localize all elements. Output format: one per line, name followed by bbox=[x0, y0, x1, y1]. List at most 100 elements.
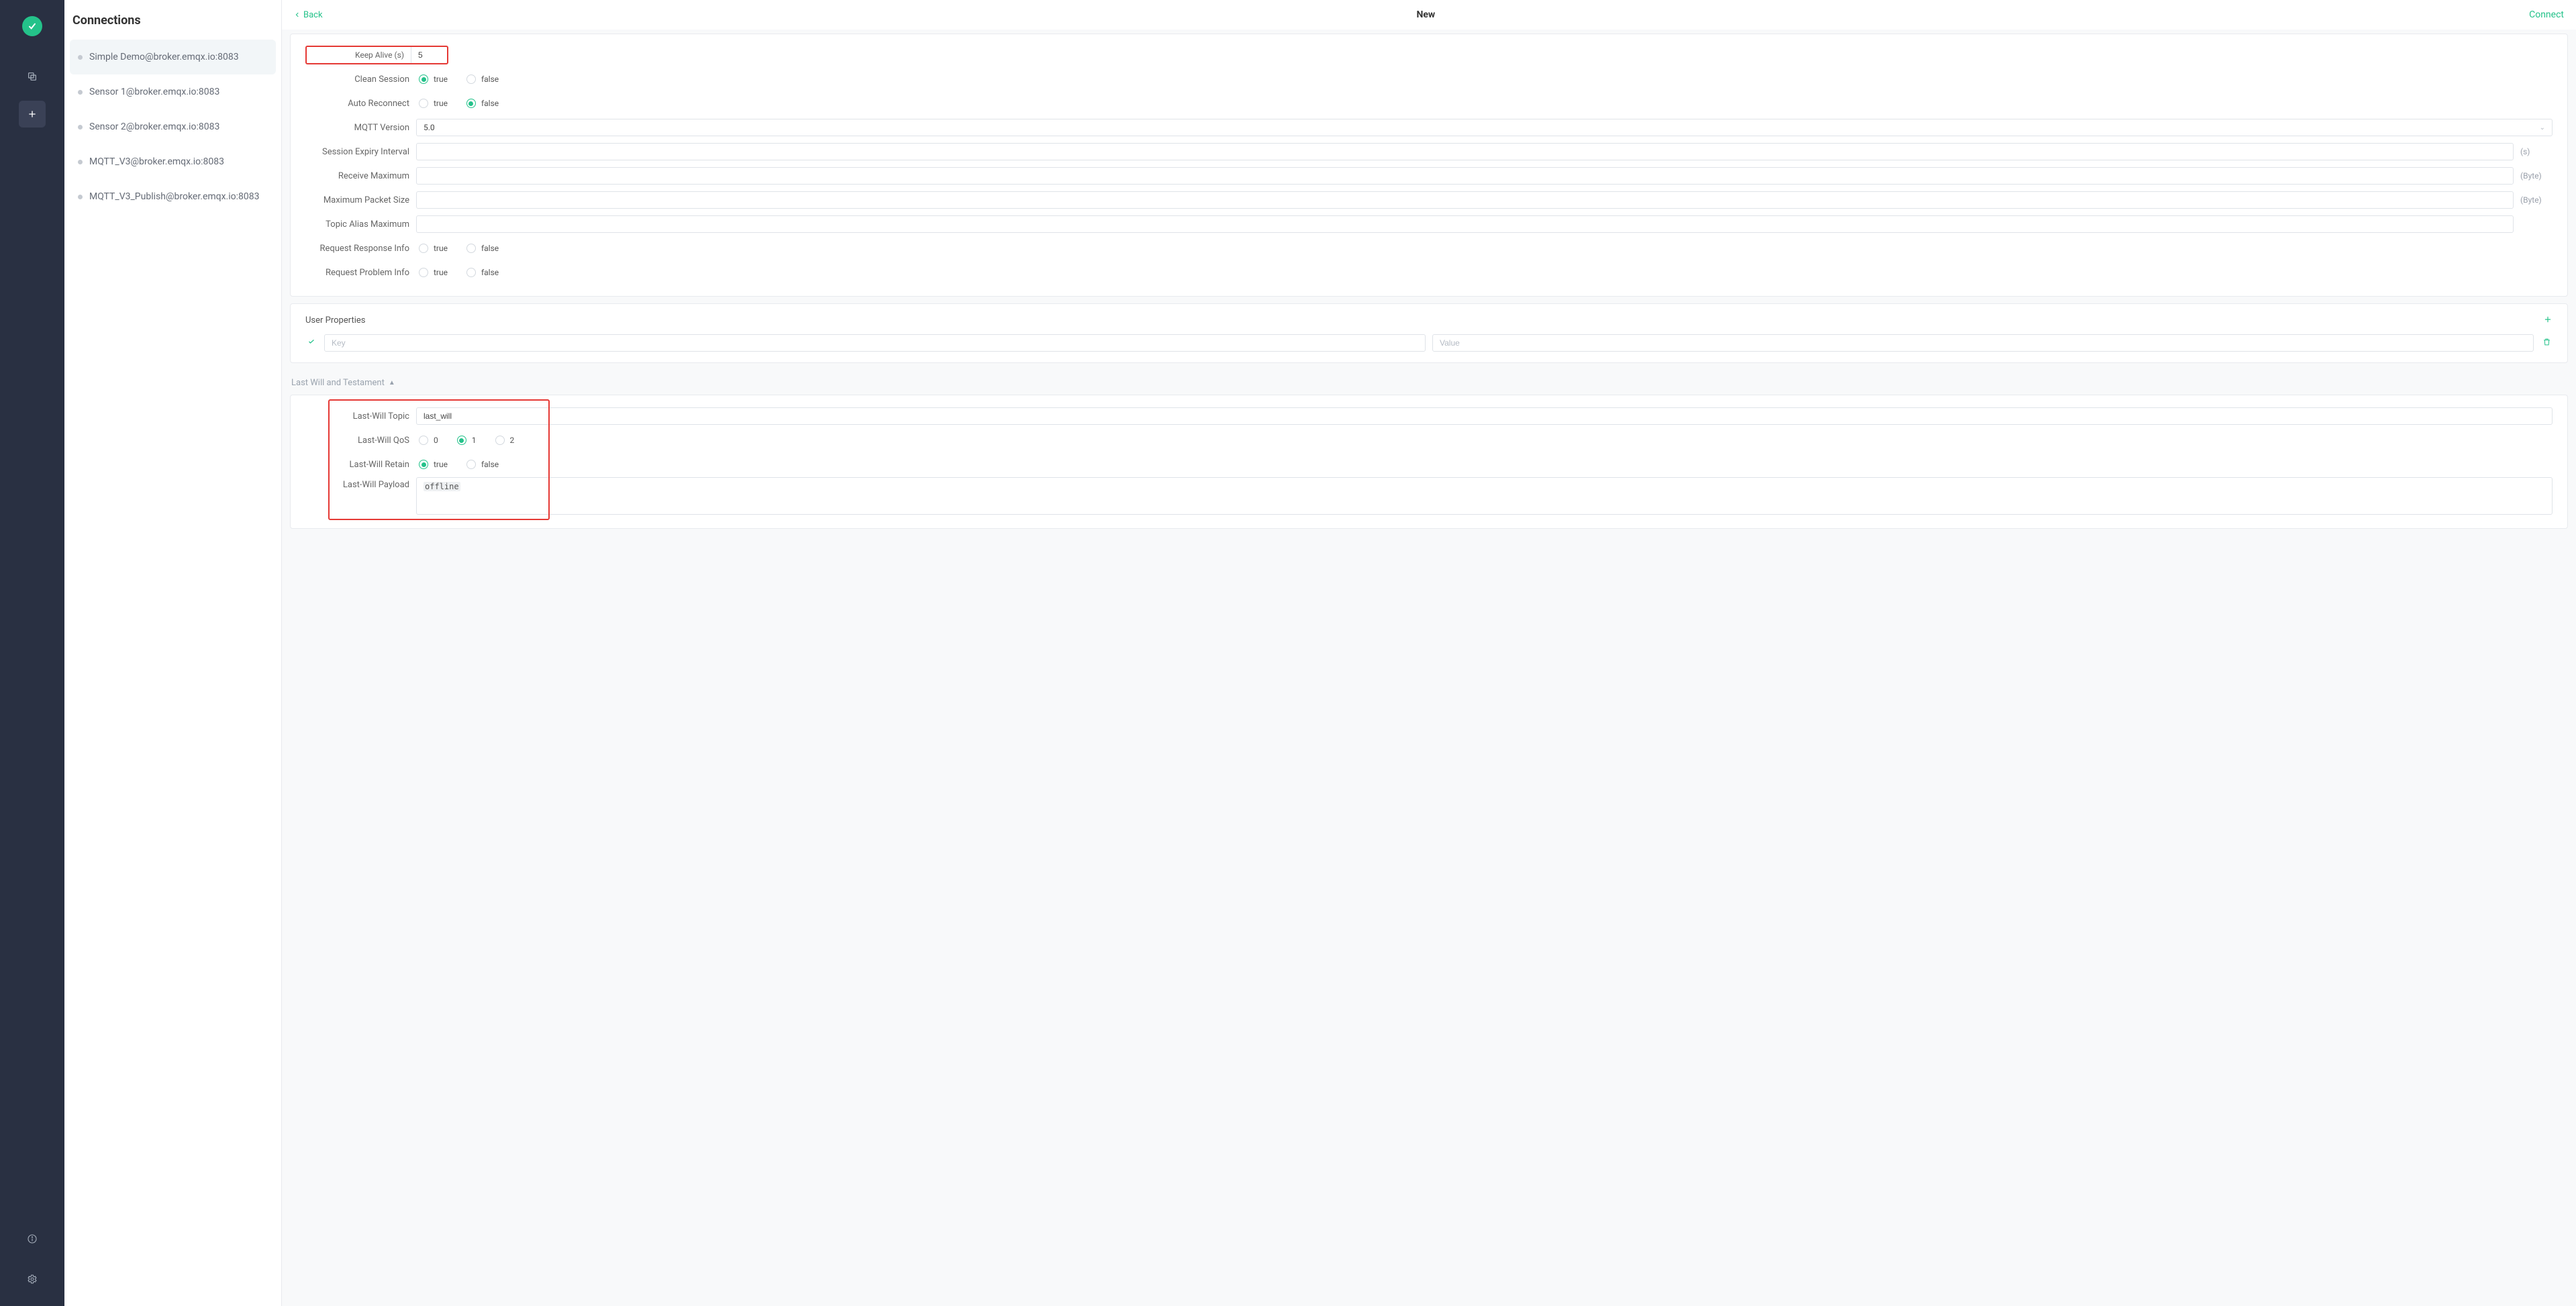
auto-reconnect-radio-group: true false bbox=[416, 95, 2553, 112]
lwt-retain-radio-group: true false bbox=[416, 456, 2553, 473]
mqtt-version-value: 5.0 bbox=[424, 123, 435, 132]
max-packet-unit: (Byte) bbox=[2520, 195, 2553, 205]
rail-settings-button[interactable] bbox=[19, 1266, 46, 1293]
sidebar-item-label: Simple Demo@broker.emqx.io:8083 bbox=[89, 52, 239, 62]
radio-icon bbox=[466, 74, 476, 84]
sidebar-item-label: MQTT_V3_Publish@broker.emqx.io:8083 bbox=[89, 191, 260, 202]
lwt-retain-false[interactable]: false bbox=[466, 456, 499, 473]
mqtt-version-label: MQTT Version bbox=[305, 123, 409, 133]
property-key-input[interactable] bbox=[324, 334, 1426, 352]
rail-add-button[interactable] bbox=[19, 101, 46, 128]
trash-icon bbox=[2542, 338, 2551, 346]
chevron-left-icon bbox=[294, 11, 301, 18]
add-property-button[interactable] bbox=[2543, 313, 2553, 328]
lwt-topic-label: Last-Will Topic bbox=[305, 411, 409, 421]
status-dot-icon bbox=[78, 160, 83, 164]
user-properties-panel: User Properties bbox=[290, 303, 2568, 363]
radio-icon bbox=[419, 268, 428, 277]
max-packet-input[interactable] bbox=[416, 191, 2514, 209]
req-response-label: Request Response Info bbox=[305, 244, 409, 254]
req-response-true[interactable]: true bbox=[419, 240, 448, 257]
lwt-retain-true[interactable]: true bbox=[419, 456, 448, 473]
back-label: Back bbox=[303, 10, 323, 20]
radio-icon bbox=[466, 460, 476, 469]
sidebar-item-simple-demo[interactable]: Simple Demo@broker.emqx.io:8083 bbox=[70, 40, 276, 74]
receive-max-unit: (Byte) bbox=[2520, 171, 2553, 181]
plus-icon bbox=[2543, 315, 2553, 324]
sidebar-item-sensor-2[interactable]: Sensor 2@broker.emqx.io:8083 bbox=[70, 109, 276, 144]
req-response-false[interactable]: false bbox=[466, 240, 499, 257]
status-dot-icon bbox=[78, 125, 83, 130]
sidebar-item-label: MQTT_V3@broker.emqx.io:8083 bbox=[89, 156, 224, 167]
sidebar-item-label: Sensor 2@broker.emqx.io:8083 bbox=[89, 121, 219, 132]
req-problem-true[interactable]: true bbox=[419, 264, 448, 281]
lwt-panel: Last-Will Topic Last-Will QoS 0 1 2 Last… bbox=[290, 395, 2568, 529]
req-response-radio-group: true false bbox=[416, 240, 2553, 257]
sidebar-item-mqtt-v3-publish[interactable]: MQTT_V3_Publish@broker.emqx.io:8083 bbox=[70, 179, 276, 214]
sidebar-item-sensor-1[interactable]: Sensor 1@broker.emqx.io:8083 bbox=[70, 74, 276, 109]
radio-icon bbox=[419, 99, 428, 108]
keep-alive-label: Keep Alive (s) bbox=[307, 50, 411, 60]
rail-copy-button[interactable] bbox=[19, 63, 46, 90]
connect-button[interactable]: Connect bbox=[2525, 5, 2568, 24]
auto-reconnect-false[interactable]: false bbox=[466, 95, 499, 112]
radio-icon bbox=[466, 244, 476, 253]
form-scroll[interactable]: Keep Alive (s) Clean Session true false bbox=[282, 30, 2576, 1306]
chevron-down-icon: ⌄ bbox=[2540, 124, 2545, 132]
lwt-topic-input[interactable] bbox=[416, 407, 2553, 425]
clean-session-label: Clean Session bbox=[305, 74, 409, 85]
sidebar-item-mqtt-v3[interactable]: MQTT_V3@broker.emqx.io:8083 bbox=[70, 144, 276, 179]
user-property-row bbox=[305, 334, 2553, 352]
topic-alias-input[interactable] bbox=[416, 215, 2514, 233]
session-expiry-input[interactable] bbox=[416, 143, 2514, 160]
app-root: Connections Simple Demo@broker.emqx.io:8… bbox=[0, 0, 2576, 1306]
main-area: Back New Connect Keep Alive (s) bbox=[282, 0, 2576, 1306]
lwt-qos-0[interactable]: 0 bbox=[419, 432, 438, 449]
session-expiry-label: Session Expiry Interval bbox=[305, 147, 409, 157]
status-dot-icon bbox=[78, 195, 83, 199]
property-value-input[interactable] bbox=[1432, 334, 2534, 352]
sidebar-title: Connections bbox=[70, 11, 276, 40]
mqtt-version-select[interactable]: 5.0 ⌄ bbox=[416, 119, 2553, 136]
receive-max-input[interactable] bbox=[416, 167, 2514, 185]
lwt-retain-label: Last-Will Retain bbox=[305, 460, 409, 470]
delete-property-button[interactable] bbox=[2540, 338, 2553, 349]
clean-session-true[interactable]: true bbox=[419, 70, 448, 88]
keep-alive-input[interactable] bbox=[411, 47, 446, 63]
chevron-up-icon: ▲ bbox=[389, 379, 395, 387]
topic-alias-label: Topic Alias Maximum bbox=[305, 219, 409, 230]
lwt-payload-value: offline bbox=[424, 482, 460, 491]
radio-icon bbox=[457, 436, 466, 445]
lwt-qos-2[interactable]: 2 bbox=[495, 432, 515, 449]
main-header: Back New Connect bbox=[282, 0, 2576, 30]
req-problem-false[interactable]: false bbox=[466, 264, 499, 281]
sidebar-item-label: Sensor 1@broker.emqx.io:8083 bbox=[89, 87, 219, 97]
lwt-section-toggle[interactable]: Last Will and Testament ▲ bbox=[282, 370, 2576, 391]
lwt-payload-label: Last-Will Payload bbox=[305, 477, 409, 490]
clean-session-radio-group: true false bbox=[416, 70, 2553, 88]
receive-max-label: Receive Maximum bbox=[305, 171, 409, 181]
app-logo bbox=[22, 16, 42, 36]
status-dot-icon bbox=[78, 55, 83, 60]
clean-session-false[interactable]: false bbox=[466, 70, 499, 88]
lwt-qos-1[interactable]: 1 bbox=[457, 432, 477, 449]
sidebar: Connections Simple Demo@broker.emqx.io:8… bbox=[64, 0, 282, 1306]
check-icon bbox=[305, 338, 317, 348]
auto-reconnect-true[interactable]: true bbox=[419, 95, 448, 112]
radio-icon bbox=[466, 268, 476, 277]
radio-icon bbox=[466, 99, 476, 108]
radio-icon bbox=[419, 460, 428, 469]
lwt-qos-label: Last-Will QoS bbox=[305, 436, 409, 446]
req-problem-radio-group: true false bbox=[416, 264, 2553, 281]
radio-icon bbox=[419, 244, 428, 253]
max-packet-label: Maximum Packet Size bbox=[305, 195, 409, 205]
keep-alive-highlight: Keep Alive (s) bbox=[305, 46, 448, 64]
lwt-qos-radio-group: 0 1 2 bbox=[416, 432, 2553, 449]
rail-info-button[interactable] bbox=[19, 1225, 46, 1252]
back-button[interactable]: Back bbox=[290, 6, 327, 24]
lwt-payload-input[interactable]: offline bbox=[416, 477, 2553, 515]
req-problem-label: Request Problem Info bbox=[305, 268, 409, 278]
page-title: New bbox=[327, 9, 2526, 20]
radio-icon bbox=[419, 436, 428, 445]
advanced-settings-panel: Keep Alive (s) Clean Session true false bbox=[290, 34, 2568, 297]
